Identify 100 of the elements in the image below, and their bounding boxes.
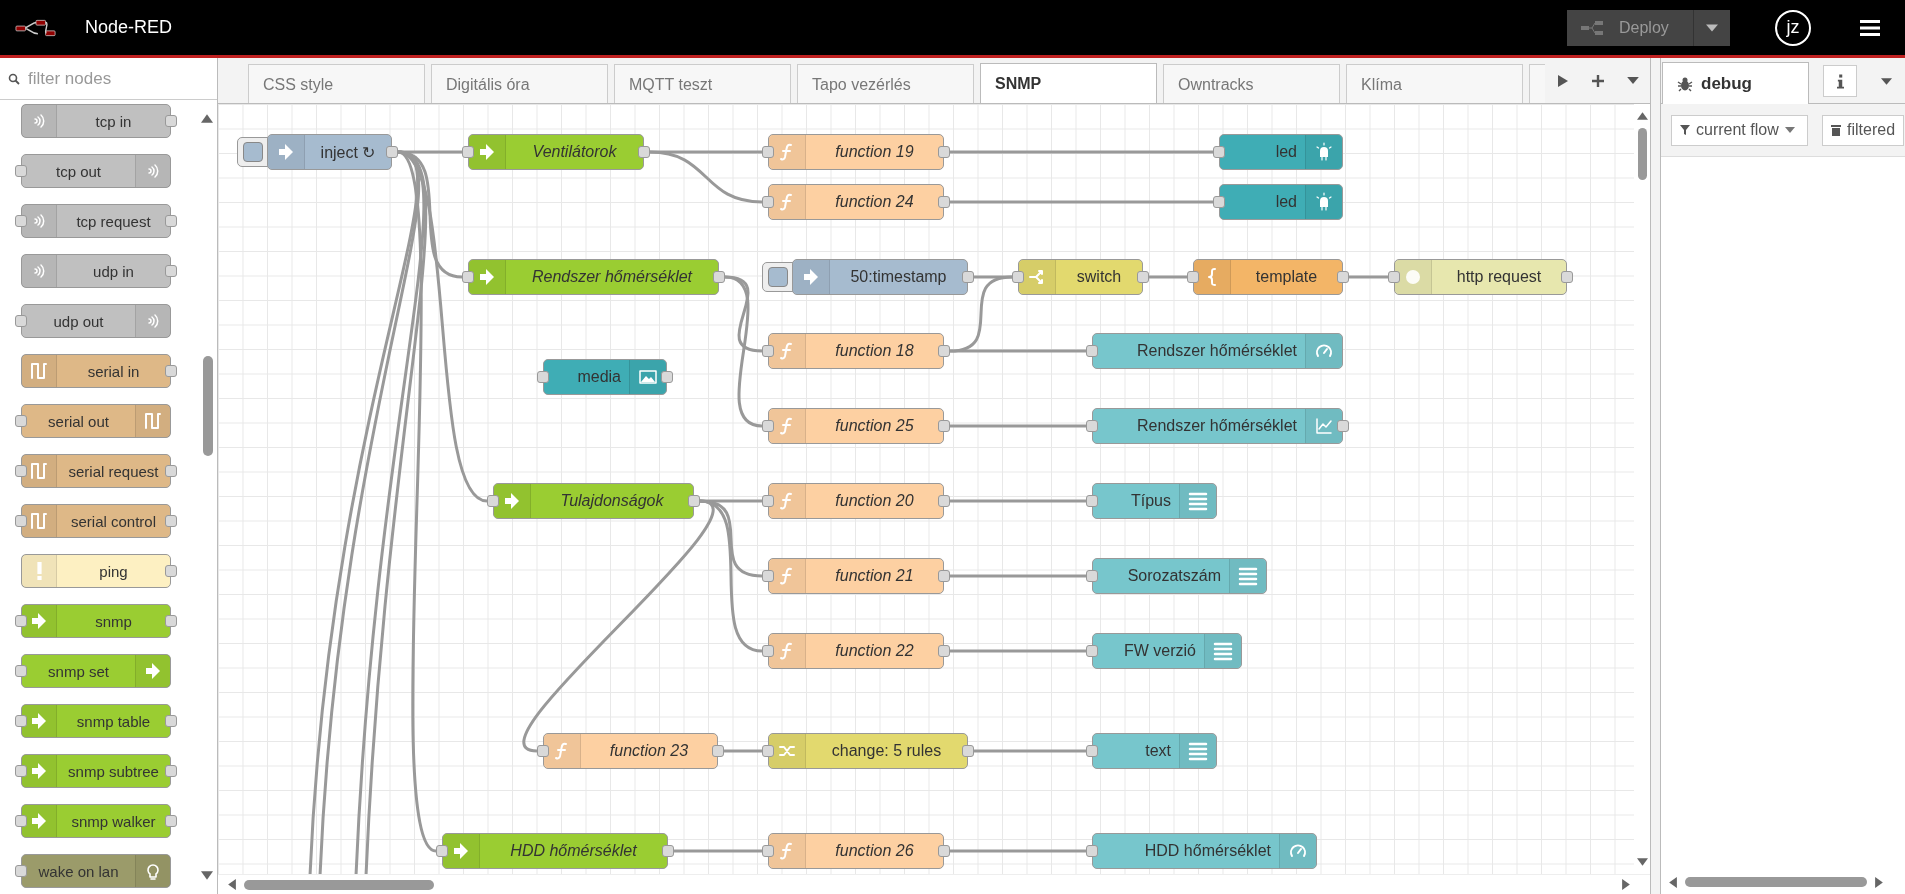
output-port[interactable] <box>938 495 950 507</box>
clear-button[interactable]: filtered <box>1822 114 1905 146</box>
palette-node[interactable]: snmp subtree <box>21 754 171 788</box>
scrollbar-thumb[interactable] <box>203 356 213 456</box>
snmp-node[interactable]: Ventilátorok <box>468 134 644 170</box>
scroll-right-icon[interactable] <box>1875 876 1883 888</box>
flow-tab[interactable]: Owntracks <box>1163 64 1340 103</box>
output-port[interactable] <box>1337 420 1349 432</box>
snmp-node[interactable]: HDD hőmérséklet <box>442 833 668 869</box>
input-port[interactable] <box>762 845 774 857</box>
output-port[interactable] <box>938 345 950 357</box>
flow-filter-dropdown[interactable]: current flow <box>1671 114 1808 146</box>
output-port[interactable] <box>938 146 950 158</box>
flow-tab[interactable]: MQTT teszt <box>614 64 791 103</box>
palette-node[interactable]: serial in <box>21 354 171 388</box>
palette-node[interactable]: serial request <box>21 454 171 488</box>
output-port[interactable] <box>938 196 950 208</box>
chart-node[interactable]: Rendszer hőmérséklet <box>1092 408 1343 444</box>
flow-tab[interactable]: Digitális óra <box>431 64 608 103</box>
output-port[interactable] <box>938 420 950 432</box>
flow-tab[interactable]: SNMP <box>980 63 1157 103</box>
output-port[interactable] <box>1337 271 1349 283</box>
gauge-node[interactable]: HDD hőmérséklet <box>1092 833 1317 869</box>
palette-node[interactable]: ping <box>21 554 171 588</box>
function-node[interactable]: function 21 <box>768 558 944 594</box>
input-port[interactable] <box>1086 645 1098 657</box>
output-port[interactable] <box>938 645 950 657</box>
input-port[interactable] <box>1086 570 1098 582</box>
output-port[interactable] <box>661 371 673 383</box>
input-port[interactable] <box>462 271 474 283</box>
led-node[interactable]: led <box>1219 134 1343 170</box>
user-avatar[interactable]: jz <box>1775 9 1811 46</box>
info-tab[interactable] <box>1823 65 1857 97</box>
change-node[interactable]: change: 5 rules <box>768 733 968 769</box>
palette-node[interactable]: tcp out <box>21 154 171 188</box>
snmp-node[interactable]: Rendszer hőmérséklet <box>468 259 719 295</box>
text-node[interactable]: FW verzió <box>1092 633 1242 669</box>
function-node[interactable]: function 23 <box>543 733 718 769</box>
output-port[interactable] <box>688 495 700 507</box>
function-node[interactable]: function 26 <box>768 833 944 869</box>
scroll-up-icon[interactable] <box>201 114 213 123</box>
scroll-left-icon[interactable] <box>1669 876 1677 888</box>
scrollbar-thumb[interactable] <box>1685 877 1867 887</box>
scrollbar-thumb[interactable] <box>1637 128 1647 180</box>
input-port[interactable] <box>762 645 774 657</box>
inject-node[interactable]: 50:timestamp <box>792 259 968 295</box>
flow-tab[interactable]: Tapo vezérlés <box>797 64 974 103</box>
input-port[interactable] <box>436 845 448 857</box>
palette-node[interactable]: snmp set <box>21 654 171 688</box>
palette-node[interactable]: serial control <box>21 504 171 538</box>
output-port[interactable] <box>712 745 724 757</box>
input-port[interactable] <box>537 745 549 757</box>
output-port[interactable] <box>938 845 950 857</box>
palette-node[interactable]: udp in <box>21 254 171 288</box>
scroll-down-icon[interactable] <box>201 871 213 880</box>
scroll-up-icon[interactable] <box>1636 112 1648 120</box>
input-port[interactable] <box>537 371 549 383</box>
function-node[interactable]: function 18 <box>768 333 944 369</box>
template-node[interactable]: template <box>1193 259 1343 295</box>
gauge-node[interactable]: Rendszer hőmérséklet <box>1092 333 1343 369</box>
output-port[interactable] <box>938 570 950 582</box>
palette-node[interactable]: snmp table <box>21 704 171 738</box>
caret-icon[interactable] <box>1881 78 1892 85</box>
output-port[interactable] <box>962 271 974 283</box>
scroll-right-icon[interactable] <box>1556 74 1569 87</box>
function-node[interactable]: function 24 <box>768 184 944 220</box>
add-icon[interactable] <box>1591 74 1604 87</box>
input-port[interactable] <box>762 146 774 158</box>
input-port[interactable] <box>1213 196 1225 208</box>
palette-node[interactable]: udp out <box>21 304 171 338</box>
led-node[interactable]: led <box>1219 184 1343 220</box>
scroll-right-icon[interactable] <box>1622 879 1630 890</box>
input-port[interactable] <box>1213 146 1225 158</box>
scroll-left-icon[interactable] <box>228 879 236 890</box>
palette-node[interactable]: snmp <box>21 604 171 638</box>
input-port[interactable] <box>1086 845 1098 857</box>
output-port[interactable] <box>1561 271 1573 283</box>
media-node[interactable]: media <box>543 359 667 395</box>
text-node[interactable]: Típus <box>1092 483 1217 519</box>
text-node[interactable]: text <box>1092 733 1217 769</box>
caret-icon[interactable] <box>1626 77 1639 84</box>
http-request-node[interactable]: http request <box>1394 259 1567 295</box>
scroll-down-icon[interactable] <box>1636 858 1648 866</box>
output-port[interactable] <box>962 745 974 757</box>
input-port[interactable] <box>762 196 774 208</box>
palette-node[interactable]: snmp walker <box>21 804 171 838</box>
input-port[interactable] <box>1388 271 1400 283</box>
output-port[interactable] <box>662 845 674 857</box>
input-port[interactable] <box>762 420 774 432</box>
input-port[interactable] <box>1086 745 1098 757</box>
palette-node[interactable]: wake on lan <box>21 854 171 888</box>
input-port[interactable] <box>462 146 474 158</box>
output-port[interactable] <box>386 146 398 158</box>
input-port[interactable] <box>1012 271 1024 283</box>
flow-tab[interactable]: Klíma <box>1346 64 1523 103</box>
output-port[interactable] <box>638 146 650 158</box>
function-node[interactable]: function 22 <box>768 633 944 669</box>
snmp-node[interactable]: Tulajdonságok <box>493 483 694 519</box>
output-port[interactable] <box>1137 271 1149 283</box>
input-port[interactable] <box>762 745 774 757</box>
